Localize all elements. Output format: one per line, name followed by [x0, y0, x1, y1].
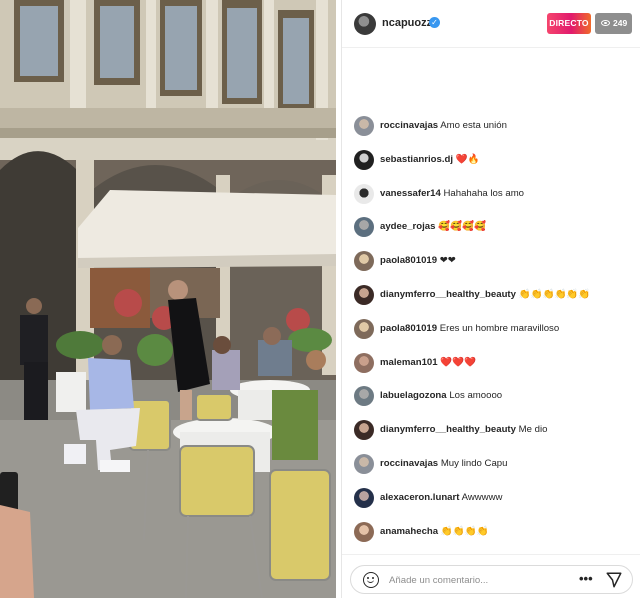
- comment-username[interactable]: paola801019: [380, 255, 437, 266]
- comment-text: 👏👏👏👏👏👏: [518, 288, 591, 300]
- comment-text: Hahahaha los amo: [443, 187, 525, 199]
- comment-username[interactable]: sebastianrios.dj: [380, 154, 453, 165]
- comment-username[interactable]: labuelagozona: [380, 390, 447, 401]
- comment-input[interactable]: [389, 572, 559, 588]
- comment-item: paola801019 Eres un hombre maravilloso: [342, 313, 640, 347]
- comment-text: 🥰🥰🥰🥰: [438, 221, 486, 233]
- commenter-avatar[interactable]: [354, 116, 374, 136]
- live-badge: DIRECTO: [547, 13, 591, 34]
- comment-username[interactable]: dianymferro__healthy_beauty: [380, 289, 516, 300]
- emoji-icon[interactable]: [363, 572, 379, 588]
- comment-item: vanessafer14 Hahahaha los amo: [342, 178, 640, 212]
- live-video[interactable]: [0, 0, 336, 598]
- commenter-avatar[interactable]: [354, 251, 374, 272]
- comment-text: Amo esta unión: [440, 120, 507, 131]
- commenter-avatar[interactable]: [354, 217, 374, 238]
- commenter-avatar[interactable]: [354, 487, 374, 508]
- live-stream-viewer: ncapuozzo ✓ DIRECTO 249 roccinavajas Amo…: [0, 0, 640, 598]
- comment-username[interactable]: aydee_rojas: [380, 221, 435, 232]
- comment-username[interactable]: alexaceron.lunart: [380, 492, 459, 503]
- verified-badge-icon: ✓: [429, 17, 440, 28]
- comment-username[interactable]: paola801019: [380, 323, 437, 334]
- comment-item: aydee_rojas 🥰🥰🥰🥰: [342, 211, 640, 245]
- viewer-count: 249: [613, 18, 628, 28]
- comment-text: ❤️❤️❤️: [440, 356, 477, 368]
- commenter-avatar[interactable]: [354, 318, 374, 339]
- comment-text: ❤❤: [439, 255, 456, 267]
- comment-text: ❤️🔥: [455, 153, 480, 165]
- comment-item: anamahecha 👏👏👏👏: [342, 516, 640, 550]
- comment-username[interactable]: vanessafer14: [380, 188, 441, 199]
- comment-text: 👏👏👏👏: [440, 525, 489, 537]
- comment-item: maleman101 ❤️❤️❤️: [342, 347, 640, 381]
- comment-item: roccinavajas Muy lindo Capu: [342, 448, 640, 482]
- eye-icon: [601, 20, 610, 26]
- comment-text: Me dio: [518, 424, 548, 436]
- live-header: ncapuozzo ✓ DIRECTO 249: [342, 0, 640, 48]
- viewer-count-badge: 249: [595, 13, 632, 34]
- host-avatar[interactable]: [354, 13, 376, 35]
- live-chat-panel: ncapuozzo ✓ DIRECTO 249 roccinavajas Amo…: [341, 0, 640, 598]
- commenter-avatar[interactable]: [354, 352, 374, 373]
- comment-text: Eres un hombre maravilloso: [439, 322, 560, 334]
- comment-text: Muy lindo Capu: [440, 457, 508, 469]
- send-icon[interactable]: [605, 571, 623, 589]
- comment-item: labuelagozona Los amoooo: [342, 380, 640, 414]
- comment-item: sebastianrios.dj ❤️🔥: [342, 144, 640, 178]
- comment-item: dianymferro__healthy_beauty 👏👏👏👏👏👏: [342, 279, 640, 313]
- comment-username[interactable]: anamahecha: [380, 526, 438, 537]
- commenter-avatar[interactable]: [354, 183, 374, 204]
- video-frame: [0, 0, 336, 598]
- comment-text: Los amoooo: [449, 390, 503, 402]
- comment-username[interactable]: roccinavajas: [380, 458, 438, 469]
- comment-list: roccinavajas Amo esta unión sebastianrio…: [342, 110, 640, 549]
- comment-item: roccinavajas Amo esta unión: [342, 110, 640, 144]
- comment-text: Awwwww: [461, 491, 503, 503]
- more-options-button[interactable]: •••: [579, 572, 593, 585]
- comment-username[interactable]: maleman101: [380, 357, 438, 368]
- commenter-avatar[interactable]: [354, 453, 374, 474]
- commenter-avatar[interactable]: [354, 521, 374, 542]
- comment-item: dianymferro__healthy_beauty Me dio: [342, 414, 640, 448]
- comment-input-box: •••: [350, 565, 633, 594]
- comment-item: paola801019 ❤❤: [342, 245, 640, 279]
- commenter-avatar[interactable]: [354, 149, 374, 170]
- comment-item: alexaceron.lunart Awwwww: [342, 482, 640, 516]
- comment-username[interactable]: dianymferro__healthy_beauty: [380, 424, 516, 435]
- commenter-avatar[interactable]: [354, 420, 374, 441]
- comment-composer: •••: [342, 554, 640, 598]
- comment-username[interactable]: roccinavajas: [380, 120, 438, 131]
- commenter-avatar[interactable]: [354, 386, 374, 407]
- commenter-avatar[interactable]: [354, 284, 374, 305]
